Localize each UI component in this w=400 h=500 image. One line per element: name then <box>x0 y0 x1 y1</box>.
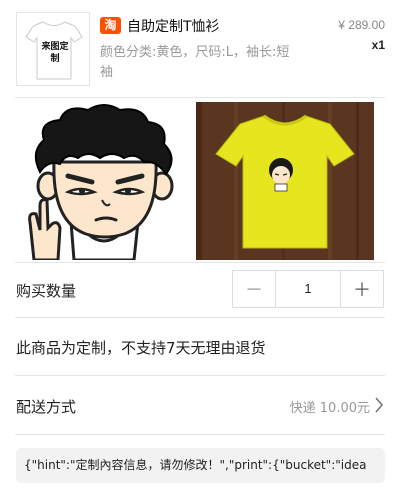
shipping-value[interactable]: 快递 10.00元 <box>290 397 370 416</box>
custom-preview-image[interactable] <box>196 102 374 260</box>
divider <box>15 317 385 318</box>
order-item[interactable]: 来图定制 淘 自助定制T恤衫 颜色分类:黄色，尺码:L，袖长:短袖 ¥ 289.… <box>0 0 400 96</box>
product-quantity-tag: x1 <box>371 38 385 52</box>
divider <box>15 434 385 435</box>
divider <box>15 375 385 376</box>
increment-button[interactable]: ＋ <box>341 271 383 307</box>
quantity-stepper[interactable]: － 1 ＋ <box>232 270 384 308</box>
custom-data-field[interactable]: {"hint":"定制內容信息，请勿修改！","print":{"bucket"… <box>16 448 385 483</box>
custom-design-image[interactable] <box>16 102 186 262</box>
divider <box>15 262 385 263</box>
taobao-store-icon: 淘 <box>100 17 121 34</box>
cartoon-face-illustration <box>28 104 174 262</box>
product-title[interactable]: 自助定制T恤衫 <box>127 16 220 36</box>
no-return-notice: 此商品为定制，不支持7天无理由退货 <box>16 339 266 357</box>
divider <box>15 97 385 98</box>
decrement-button[interactable]: － <box>233 271 275 307</box>
product-price: ¥ 289.00 <box>338 18 385 32</box>
product-thumbnail[interactable]: 来图定制 <box>16 12 90 86</box>
product-options: 颜色分类:黄色，尺码:L，袖长:短袖 <box>100 45 290 80</box>
chevron-right-icon[interactable] <box>374 396 384 414</box>
quantity-label: 购买数量 <box>16 282 77 300</box>
thumbnail-label: 来图定制 <box>41 42 69 64</box>
shipping-label[interactable]: 配送方式 <box>16 396 76 417</box>
yellow-tshirt-photo <box>196 102 374 260</box>
quantity-input[interactable]: 1 <box>275 271 341 307</box>
